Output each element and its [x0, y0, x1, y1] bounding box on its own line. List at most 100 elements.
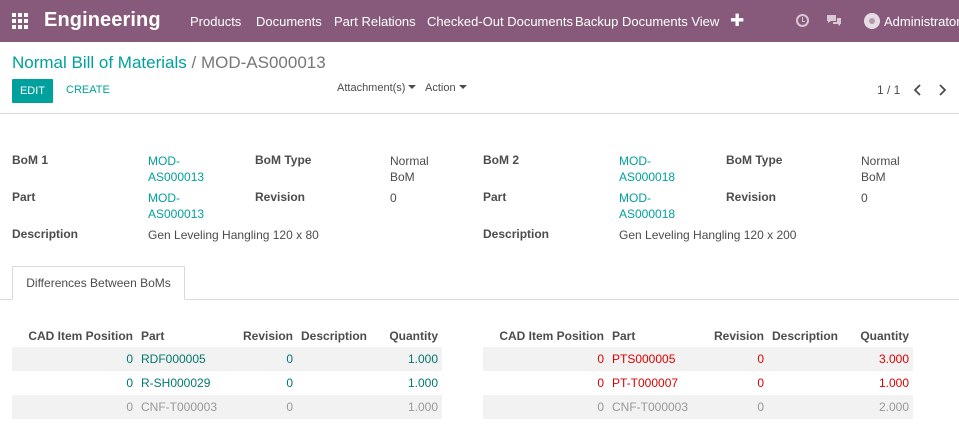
- plus-icon[interactable]: ✚: [730, 11, 744, 31]
- pager-counter[interactable]: 1 / 1: [877, 83, 900, 97]
- bom2-label: BoM 2: [483, 153, 519, 167]
- table-row[interactable]: 0 CNF-T000003 0 2.000: [483, 395, 913, 419]
- cell-revision: 0: [286, 376, 293, 390]
- cell-position: 0: [483, 395, 608, 419]
- description2-value: Gen Leveling Hangling 120 x 200: [619, 228, 797, 242]
- cell-revision: 0: [234, 347, 297, 371]
- menu-checked-out-documents[interactable]: Checked-Out Documents: [427, 14, 573, 29]
- bom1-type-line2: BoM: [390, 170, 415, 184]
- col-description[interactable]: Description: [297, 325, 372, 347]
- tab-differences-between-boms[interactable]: Differences Between BoMs: [12, 266, 185, 300]
- cell-revision: 0: [705, 347, 768, 371]
- edit-button[interactable]: EDIT: [12, 79, 53, 103]
- cell-position: 0: [483, 347, 608, 371]
- table-header-row: CAD Item Position Part Revision Descript…: [12, 325, 442, 347]
- cell-part: RDF000005: [137, 347, 234, 371]
- cell-part: PTS000005: [608, 347, 705, 371]
- cell-quantity: 1.000: [372, 347, 442, 371]
- col-part[interactable]: Part: [608, 325, 705, 347]
- bom1-type-value: Normal BoM: [390, 153, 429, 185]
- cell-position: 0: [126, 376, 133, 390]
- breadcrumb: Normal Bill of Materials / MOD-AS000013: [12, 53, 326, 73]
- clock-icon[interactable]: [796, 14, 809, 27]
- cell-description: [768, 371, 843, 395]
- table-header-row: CAD Item Position Part Revision Descript…: [483, 325, 913, 347]
- col-part[interactable]: Part: [137, 325, 234, 347]
- user-avatar[interactable]: [864, 13, 880, 29]
- col-quantity[interactable]: Quantity: [843, 325, 913, 347]
- table-row[interactable]: 0 PT-T000007 0 1.000: [483, 371, 913, 395]
- col-description[interactable]: Description: [768, 325, 843, 347]
- create-button[interactable]: CREATE: [66, 84, 110, 96]
- action-label: Action: [425, 82, 456, 94]
- table-row[interactable]: 0 RDF000005 0 1.000: [12, 347, 442, 371]
- pager-next-icon[interactable]: [936, 83, 948, 97]
- bom2-type-line2: BoM: [861, 170, 886, 184]
- part2-link-line1: MOD-: [619, 191, 651, 205]
- cell-revision: 0: [705, 395, 768, 419]
- menu-backup-documents-view[interactable]: Backup Documents View: [575, 14, 719, 29]
- cell-position: 0: [597, 376, 604, 390]
- part2-link[interactable]: MOD- AS000018: [619, 190, 675, 222]
- breadcrumb-current: MOD-AS000013: [200, 53, 326, 72]
- cell-description: [768, 347, 843, 371]
- bom1-link[interactable]: MOD- AS000013: [148, 153, 204, 185]
- col-cad-item-position[interactable]: CAD Item Position: [12, 325, 137, 347]
- menu-part-relations[interactable]: Part Relations: [334, 14, 416, 29]
- cell-revision: 0: [234, 395, 297, 419]
- breadcrumb-parent-link[interactable]: Normal Bill of Materials: [12, 53, 187, 72]
- part2-label: Part: [483, 190, 507, 204]
- user-menu[interactable]: Administrator: [884, 14, 959, 29]
- cell-quantity: 3.000: [843, 347, 913, 371]
- table-row[interactable]: 0 PTS000005 0 3.000: [483, 347, 913, 371]
- pager-previous-icon[interactable]: [912, 83, 924, 97]
- breadcrumb-separator: /: [191, 53, 197, 72]
- cell-description: [297, 347, 372, 371]
- apps-grid-icon[interactable]: [12, 13, 28, 29]
- revision1-label: Revision: [255, 190, 306, 204]
- revision2-value: 0: [861, 191, 868, 205]
- cell-quantity: 1.000: [407, 376, 438, 390]
- description2-label: Description: [483, 227, 550, 241]
- bom2-differences-table: CAD Item Position Part Revision Descript…: [483, 325, 913, 419]
- col-cad-item-position[interactable]: CAD Item Position: [483, 325, 608, 347]
- col-revision[interactable]: Revision: [705, 325, 768, 347]
- menu-products[interactable]: Products: [190, 14, 241, 29]
- part1-label: Part: [12, 190, 36, 204]
- table-row[interactable]: 0 CNF-T000003 0 1.000: [12, 395, 442, 419]
- revision2-label: Revision: [726, 190, 777, 204]
- bom2-link-line1: MOD-: [619, 154, 651, 168]
- bom2-type-label: BoM Type: [726, 153, 783, 167]
- action-dropdown[interactable]: Action: [425, 82, 467, 94]
- bom1-label: BoM 1: [12, 153, 48, 167]
- bom2-link[interactable]: MOD- AS000018: [619, 153, 675, 185]
- part1-link[interactable]: MOD- AS000013: [148, 190, 204, 222]
- cell-part: PT-T000007: [612, 376, 679, 390]
- table-row[interactable]: 0 R-SH000029 0 1.000: [12, 371, 442, 395]
- cell-description: [768, 395, 843, 419]
- caret-down-icon: [408, 85, 417, 90]
- bom1-type-line1: Normal: [390, 154, 429, 168]
- bom1-link-line1: MOD-: [148, 154, 180, 168]
- chat-icon[interactable]: [826, 14, 842, 27]
- app-title[interactable]: Engineering: [44, 9, 161, 32]
- cell-description: [297, 371, 372, 395]
- bom2-type-line1: Normal: [861, 154, 900, 168]
- col-revision[interactable]: Revision: [234, 325, 297, 347]
- part2-link-line2: AS000018: [619, 207, 676, 221]
- attachments-dropdown[interactable]: Attachment(s): [337, 82, 417, 94]
- cell-description: [297, 395, 372, 419]
- control-panel-divider: [0, 113, 959, 114]
- description1-value: Gen Leveling Hangling 120 x 80: [148, 228, 319, 242]
- menu-documents[interactable]: Documents: [256, 14, 322, 29]
- revision1-value: 0: [390, 191, 397, 205]
- caret-down-icon: [458, 85, 467, 90]
- bom1-link-line2: AS000013: [148, 170, 205, 184]
- part1-link-line1: MOD-: [148, 191, 180, 205]
- cell-quantity: 1.000: [372, 395, 442, 419]
- cell-position: 0: [12, 347, 137, 371]
- cell-part: CNF-T000003: [608, 395, 705, 419]
- part1-link-line2: AS000013: [148, 207, 205, 221]
- cell-position: 0: [12, 395, 137, 419]
- col-quantity[interactable]: Quantity: [372, 325, 442, 347]
